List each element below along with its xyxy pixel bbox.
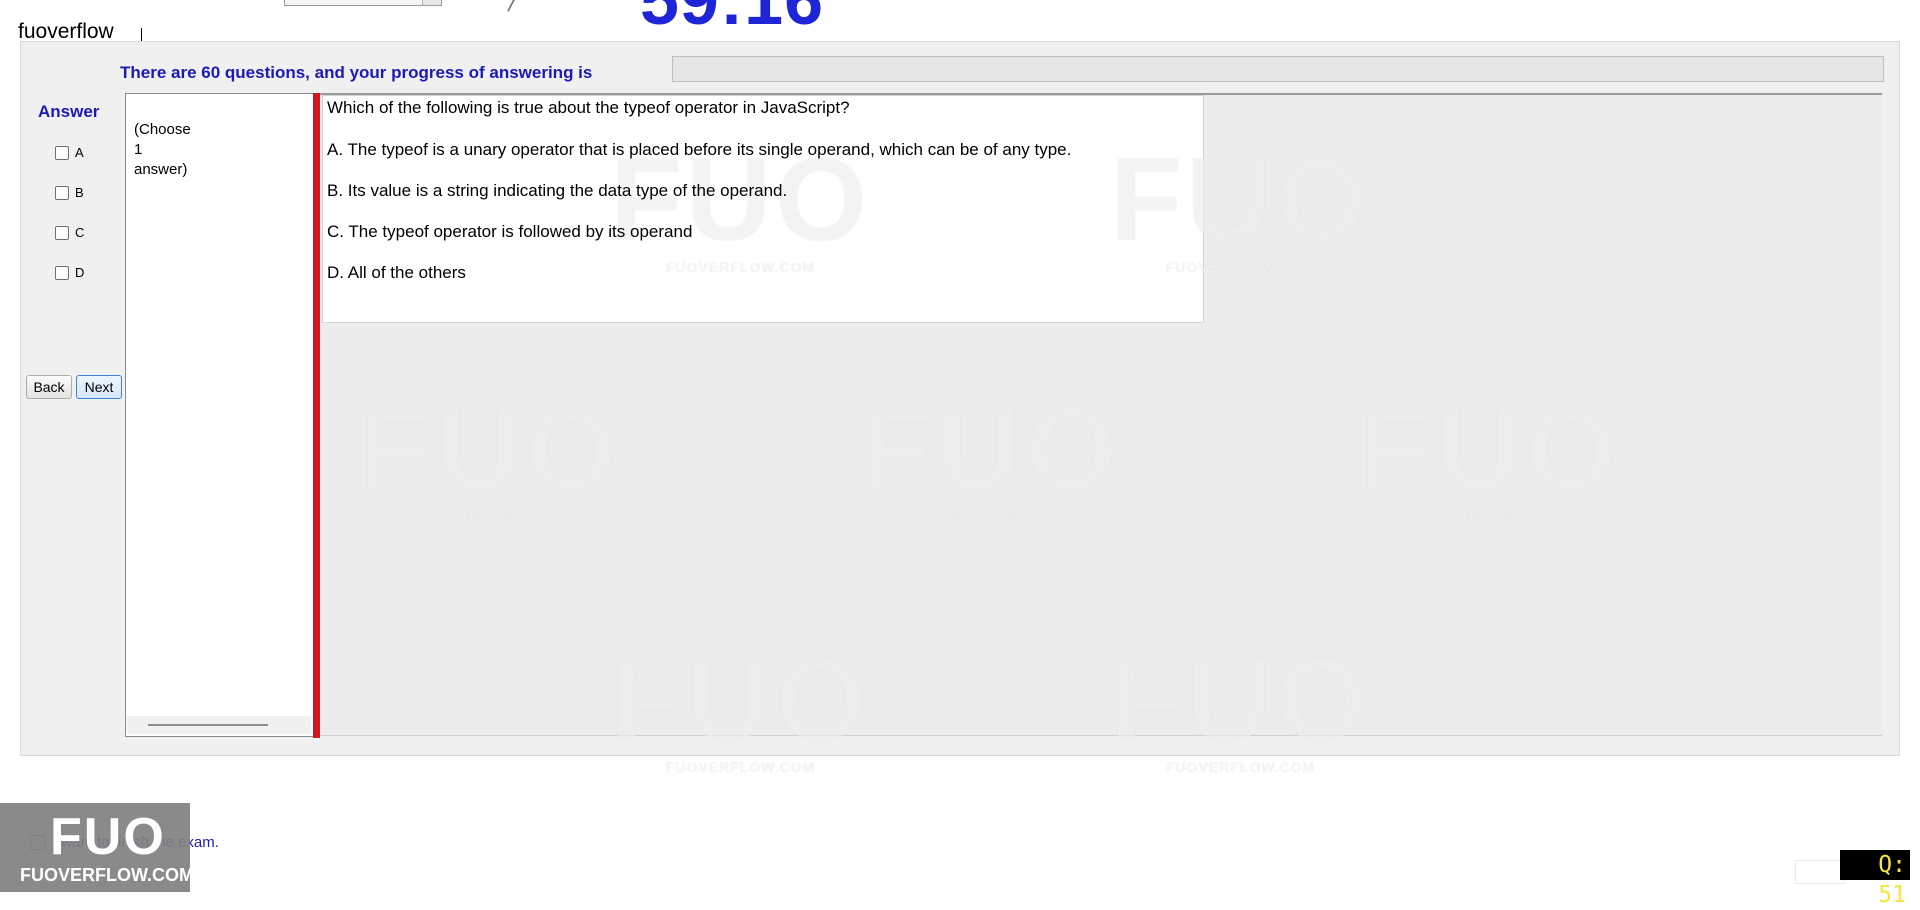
option-a-checkbox[interactable] — [55, 145, 69, 160]
question-counter: Q: 51 — [1840, 850, 1910, 908]
choose-instruction: (Choose 1 answer) — [134, 121, 191, 178]
question-text: Which of the following is true about the… — [327, 98, 850, 117]
option-a[interactable]: A — [55, 145, 84, 160]
finish-button[interactable] — [1795, 860, 1845, 884]
countdown-timer: 59:16 — [640, 0, 825, 39]
option-b-checkbox[interactable] — [55, 185, 69, 200]
progress-bar — [672, 56, 1884, 82]
site-logo-watermark: FUO FUOVERFLOW.COM — [0, 803, 194, 892]
scrollbar-thumb[interactable] — [148, 724, 268, 726]
watermark: FUO FUOVERFLOW.COM — [1360, 384, 1622, 525]
choice-d-text: D. All of the others — [327, 263, 466, 282]
panel-divider[interactable] — [313, 93, 320, 738]
option-a-label: A — [75, 145, 84, 160]
logo-mark: FUO — [50, 808, 166, 866]
choice-a-text: A. The typeof is a unary operator that i… — [327, 140, 1072, 159]
option-c-label: C — [75, 225, 85, 240]
option-d-label: D — [75, 265, 85, 280]
option-d[interactable]: D — [55, 265, 84, 280]
font-size-dropdown[interactable] — [284, 0, 442, 6]
answer-title: Answer — [38, 102, 100, 121]
watermark: FUO FUOVERFLOW.COM — [1110, 134, 1372, 275]
option-b[interactable]: B — [55, 185, 84, 200]
watermark: FUO FUOVERFLOW.COM — [1110, 634, 1372, 775]
watermark: FUO FUOVERFLOW.COM — [610, 134, 872, 275]
watermark: FUO FUOVERFLOW.COM — [860, 384, 1122, 525]
choose-panel — [125, 93, 313, 737]
watermark: FUO FUOVERFLOW.COM — [360, 384, 622, 525]
back-button[interactable]: Back — [26, 375, 72, 399]
choice-b-text: B. Its value is a string indicating the … — [327, 181, 788, 200]
option-b-label: B — [75, 185, 84, 200]
toolbar-glyph-icon: ╱ — [508, 0, 521, 12]
dropdown-arrow-icon[interactable] — [422, 0, 441, 5]
option-c-checkbox[interactable] — [55, 225, 69, 240]
next-button[interactable]: Next — [76, 375, 122, 399]
option-c[interactable]: C — [55, 225, 84, 240]
logo-name: FUOVERFLOW.COM — [20, 865, 194, 885]
choice-c-text: C. The typeof operator is followed by it… — [327, 222, 693, 241]
option-d-checkbox[interactable] — [55, 265, 69, 280]
watermark: FUO FUOVERFLOW.COM — [610, 634, 872, 775]
top-toolbar — [0, 0, 1920, 40]
progress-label: There are 60 questions, and your progres… — [120, 63, 593, 82]
